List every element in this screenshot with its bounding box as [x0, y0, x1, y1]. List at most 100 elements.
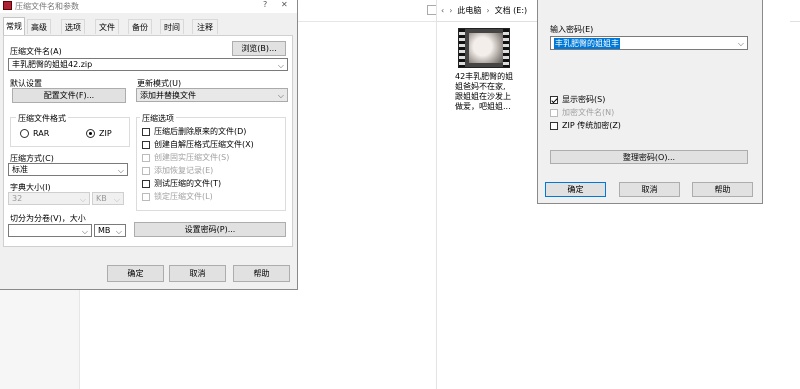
encrypt-filenames-checkbox[interactable]: 加密文件名(N)	[550, 107, 614, 118]
explorer-toolbar-strip	[298, 0, 437, 22]
tab-label: 选项	[65, 22, 81, 32]
password-ok-button[interactable]: 确定	[545, 182, 606, 197]
checkbox-icon	[142, 140, 150, 149]
update-mode-select[interactable]: 添加并替换文件 ⌵	[136, 88, 288, 102]
help-button[interactable]: 帮助	[233, 265, 290, 282]
checkbox-icon	[142, 127, 150, 136]
close-icon[interactable]: ✕	[281, 0, 288, 9]
profiles-button[interactable]: 配置文件(F)...	[12, 88, 126, 103]
archive-format-label: 压缩文件格式	[16, 113, 68, 124]
split-unit-value: MB	[98, 226, 111, 235]
checkbox-icon	[550, 95, 558, 104]
format-zip-radio[interactable]: ZIP	[86, 129, 112, 138]
checkbox-icon	[142, 166, 150, 175]
chevron-down-icon[interactable]: ⌵	[278, 61, 284, 71]
tab-options[interactable]: 选项	[61, 19, 85, 34]
option-lock-archive[interactable]: 锁定压缩文件(L)	[142, 191, 213, 202]
explorer-toolbar-end	[790, 0, 800, 22]
browse-button-label: 浏览(B)...	[241, 44, 277, 53]
ok-button-label: 确定	[127, 269, 144, 278]
password-value: 丰乳肥臀的姐姐丰	[554, 37, 620, 49]
option-solid-archive[interactable]: 创建固实压缩文件(S)	[142, 152, 229, 163]
help-icon[interactable]: ?	[263, 0, 267, 9]
tab-label: 时间	[164, 22, 180, 32]
tab-time[interactable]: 时间	[160, 19, 184, 34]
radio-icon	[86, 129, 95, 138]
option-delete-after[interactable]: 压缩后删除原来的文件(D)	[142, 126, 246, 137]
show-password-checkbox[interactable]: 显示密码(S)	[550, 94, 605, 105]
separator-icon: ›	[449, 6, 453, 15]
option-label: 压缩后删除原来的文件(D)	[154, 127, 247, 136]
cancel-button[interactable]: 取消	[169, 265, 226, 282]
tab-backup[interactable]: 备份	[128, 19, 152, 34]
archive-name-value: 丰乳肥臀的姐姐42.zip	[12, 60, 93, 69]
archive-parameters-dialog: 压缩文件名和参数 ? ✕ 常规 高级 选项 文件 备份 时间 注释 压缩文件名(…	[0, 0, 298, 290]
dialog-title: 压缩文件名和参数	[15, 2, 79, 11]
file-item[interactable]: 42丰乳肥臀的姐 姐爸妈不在家, 跟姐姐在沙发上 做爱，吧姐姐...	[455, 28, 521, 124]
browse-button[interactable]: 浏览(B)...	[232, 41, 286, 56]
password-help-button[interactable]: 帮助	[692, 182, 753, 197]
tab-advanced[interactable]: 高级	[27, 19, 51, 34]
option-label: 添加恢复记录(E)	[154, 166, 214, 175]
chevron-down-icon[interactable]: ⌵	[738, 39, 744, 49]
radio-icon	[20, 129, 29, 138]
password-dialog: 输入密码(E) 丰乳肥臀的姐姐丰 ⌵ 显示密码(S) 加密文件名(N) ZIP …	[537, 0, 763, 204]
file-caption-line: 做爱，吧姐姐...	[455, 102, 511, 111]
set-password-button[interactable]: 设置密码(P)...	[134, 222, 286, 237]
chevron-down-icon[interactable]: ⌵	[82, 227, 88, 237]
cancel-button-label: 取消	[189, 269, 206, 278]
checkbox-icon	[550, 121, 558, 130]
breadcrumb[interactable]: ‹ › 此电脑 › 文档 (E:)	[437, 0, 541, 22]
tab-label: 常规	[6, 22, 22, 31]
chevron-down-icon[interactable]: ⌵	[118, 166, 124, 176]
checkbox-icon	[142, 153, 150, 162]
split-size-input[interactable]: ⌵	[8, 224, 92, 237]
format-rar-label: RAR	[33, 129, 50, 138]
compression-method-select[interactable]: 标准 ⌵	[8, 163, 128, 176]
tab-files[interactable]: 文件	[95, 19, 119, 34]
option-label: 测试压缩的文件(T)	[154, 179, 222, 188]
chevron-left-icon[interactable]: ‹	[441, 6, 444, 15]
organize-passwords-button[interactable]: 整理密码(O)...	[550, 150, 748, 164]
option-recovery-record[interactable]: 添加恢复记录(E)	[142, 165, 213, 176]
password-cancel-label: 取消	[641, 185, 658, 194]
option-test-archive[interactable]: 测试压缩的文件(T)	[142, 178, 221, 189]
dialog-titlebar[interactable]: 压缩文件名和参数 ? ✕	[0, 0, 297, 13]
zip-legacy-encryption-label: ZIP 传统加密(Z)	[562, 121, 621, 130]
dictionary-unit-value: KB	[96, 194, 107, 203]
winrar-icon	[3, 1, 12, 10]
split-volume-label: 切分为分卷(V)，大小	[10, 214, 86, 223]
explorer-divider	[436, 0, 437, 389]
split-unit-select[interactable]: MB ⌵	[94, 224, 126, 237]
option-create-sfx[interactable]: 创建自解压格式压缩文件(X)	[142, 139, 254, 150]
video-thumbnail	[458, 28, 510, 68]
option-label: 创建自解压格式压缩文件(X)	[154, 140, 254, 149]
chevron-down-icon[interactable]: ⌵	[116, 227, 122, 237]
password-ok-label: 确定	[567, 185, 584, 194]
dictionary-unit-select[interactable]: KB ⌵	[92, 192, 124, 205]
tab-label: 备份	[132, 22, 148, 32]
tab-general[interactable]: 常规	[3, 17, 25, 35]
chevron-down-icon[interactable]: ⌵	[80, 195, 86, 205]
ok-button[interactable]: 确定	[107, 265, 164, 282]
archive-name-input[interactable]: 丰乳肥臀的姐姐42.zip ⌵	[8, 58, 288, 71]
chevron-down-icon[interactable]: ⌵	[114, 195, 120, 205]
file-caption-line: 跟姐姐在沙发上	[455, 92, 511, 101]
file-caption: 42丰乳肥臀的姐 姐爸妈不在家, 跟姐姐在沙发上 做爱，吧姐姐...	[455, 72, 521, 112]
option-label: 创建固实压缩文件(S)	[154, 153, 230, 162]
encrypt-filenames-label: 加密文件名(N)	[562, 108, 615, 117]
chevron-down-icon[interactable]: ⌵	[278, 91, 284, 101]
compression-options-label: 压缩选项	[140, 113, 176, 124]
breadcrumb-drive-e[interactable]: 文档 (E:)	[495, 5, 528, 16]
format-zip-label: ZIP	[99, 129, 112, 138]
tab-comment[interactable]: 注释	[192, 19, 218, 34]
enter-password-label: 输入密码(E)	[550, 25, 594, 34]
format-rar-radio[interactable]: RAR	[20, 129, 49, 138]
password-cancel-button[interactable]: 取消	[619, 182, 680, 197]
password-input[interactable]: 丰乳肥臀的姐姐丰 ⌵	[550, 36, 748, 50]
tab-panel-general: 压缩文件名(A) 浏览(B)... 丰乳肥臀的姐姐42.zip ⌵ 默认设置 配…	[3, 35, 293, 247]
breadcrumb-this-pc[interactable]: 此电脑	[457, 5, 481, 16]
zip-legacy-encryption-checkbox[interactable]: ZIP 传统加密(Z)	[550, 120, 621, 131]
checkbox-icon	[142, 179, 150, 188]
dictionary-size-select[interactable]: 32 ⌵	[8, 192, 90, 205]
